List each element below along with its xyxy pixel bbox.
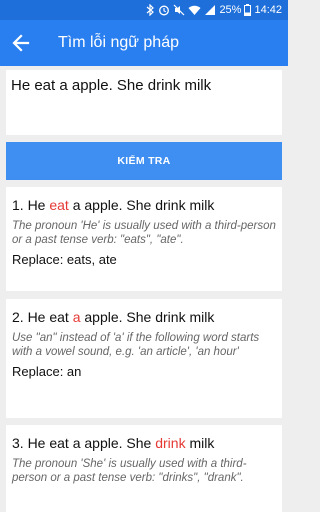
error-explanation: The pronoun 'She' is usually used with a… bbox=[12, 458, 247, 484]
page-title: Tìm lỗi ngữ pháp bbox=[58, 34, 179, 51]
result-card-2[interactable]: 2. He eat a apple. She drink milk Use "a… bbox=[6, 299, 282, 418]
status-time: 14:42 bbox=[254, 4, 282, 16]
bluetooth-icon bbox=[146, 4, 155, 16]
sentence-text: 3. He eat a apple. She bbox=[12, 435, 156, 451]
status-icons: 25% 14:42 bbox=[146, 3, 282, 17]
app-bar: Tìm lỗi ngữ pháp bbox=[0, 20, 288, 66]
result-sentence: 2. He eat a apple. She drink milk bbox=[12, 308, 276, 326]
back-button[interactable] bbox=[10, 32, 34, 54]
error-explanation: Use "an" instead of 'a' if the following… bbox=[12, 332, 260, 358]
arrow-left-icon bbox=[12, 34, 30, 52]
sentence-text: milk bbox=[185, 435, 215, 451]
error-word: drink bbox=[155, 435, 186, 451]
battery-icon bbox=[244, 4, 252, 16]
alarm-icon bbox=[158, 4, 170, 16]
mute-icon bbox=[173, 4, 185, 16]
result-sentence: 3. He eat a apple. She drink milk bbox=[12, 434, 276, 452]
error-word: eat bbox=[49, 197, 69, 213]
result-sentence: 1. He eat a apple. She drink milk bbox=[12, 196, 276, 214]
result-card-1[interactable]: 1. He eat a apple. She drink milk The pr… bbox=[6, 187, 282, 291]
error-word: a bbox=[72, 309, 81, 325]
error-explanation: The pronoun 'He' is usually used with a … bbox=[12, 220, 276, 246]
signal-icon bbox=[204, 4, 216, 16]
check-button[interactable]: KIỂM TRA bbox=[6, 142, 282, 180]
sentence-text: 2. He eat bbox=[12, 309, 73, 325]
sentence-text: 1. He bbox=[12, 197, 50, 213]
result-card-3[interactable]: 3. He eat a apple. She drink milk The pr… bbox=[6, 425, 282, 512]
replacement-text: Replace: an bbox=[12, 364, 82, 379]
replacement-text: Replace: eats, ate bbox=[12, 252, 117, 267]
sentence-text: apple. She drink milk bbox=[80, 309, 215, 325]
status-bar: 25% 14:42 bbox=[0, 0, 288, 20]
sentence-text: a apple. She drink milk bbox=[68, 197, 215, 213]
sentence-input[interactable]: He eat a apple. She drink milk bbox=[6, 70, 282, 135]
battery-percent: 25% bbox=[219, 4, 242, 16]
wifi-icon bbox=[188, 4, 201, 16]
